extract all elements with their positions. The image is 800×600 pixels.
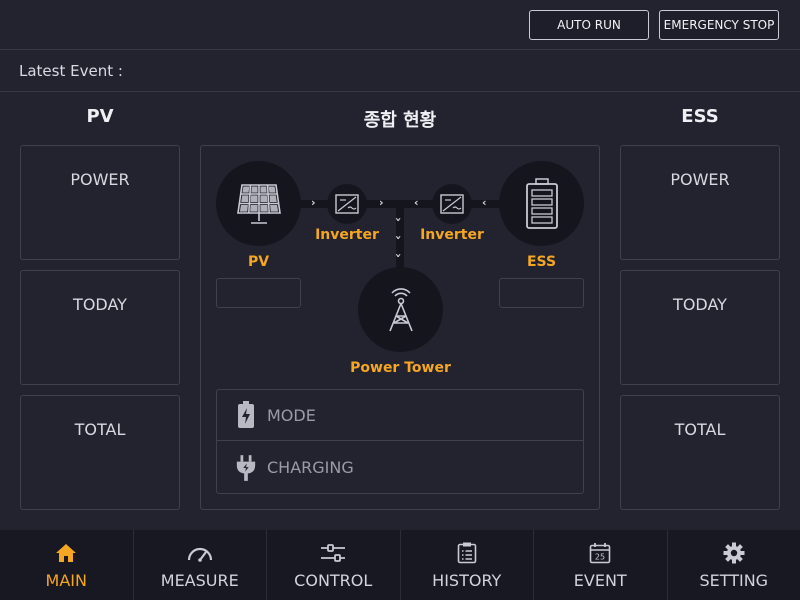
ess-node-label: ESS — [526, 254, 557, 270]
power-tower-node[interactable] — [358, 267, 443, 352]
flow-arrow-icon: ‹ — [414, 196, 419, 209]
top-bar: AUTO RUN EMERGENCY STOP — [0, 0, 800, 50]
inverter-right-node[interactable] — [432, 184, 472, 224]
clipboard-list-icon — [457, 541, 477, 565]
flow-arrow-icon: › — [379, 196, 384, 209]
flow-arrow-icon: › — [391, 235, 405, 240]
nav-setting[interactable]: SETTING — [668, 530, 800, 600]
pv-power-label: POWER — [70, 170, 130, 189]
overview-title: 종합 현황 — [363, 110, 437, 131]
charging-label: CHARGING — [267, 458, 354, 477]
status-box: MODE CHARGING — [216, 389, 584, 494]
charging-row: CHARGING — [217, 442, 583, 493]
latest-event-label: Latest Event : — [19, 61, 123, 80]
power-tower-label: Power Tower — [350, 360, 451, 376]
inverter-right-label: Inverter — [420, 227, 484, 243]
pv-column-title: PV — [86, 106, 114, 127]
inverter-left-node[interactable] — [327, 184, 367, 224]
pv-today-label: TODAY — [73, 295, 127, 314]
nav-event-label: EVENT — [573, 571, 627, 590]
auto-run-button[interactable]: AUTO RUN — [529, 10, 649, 40]
pv-total-label: TOTAL — [74, 420, 126, 439]
emergency-stop-button[interactable]: EMERGENCY STOP — [659, 10, 779, 40]
ess-power-label: POWER — [670, 170, 730, 189]
mode-label: MODE — [267, 405, 316, 425]
nav-measure[interactable]: MEASURE — [134, 530, 267, 600]
battery-charging-icon — [235, 400, 257, 430]
sliders-icon — [320, 541, 346, 565]
flow-arrow-icon: › — [311, 196, 316, 209]
pv-power-card: POWER — [20, 145, 180, 260]
ess-node[interactable] — [499, 161, 584, 246]
nav-control-label: CONTROL — [294, 571, 373, 590]
inverter-icon — [440, 194, 464, 214]
nav-measure-label: MEASURE — [160, 571, 239, 590]
flow-arrow-icon: › — [391, 253, 405, 258]
ess-today-card: TODAY — [620, 270, 780, 385]
pv-today-card: TODAY — [20, 270, 180, 385]
nav-main-label: MAIN — [45, 571, 87, 590]
ess-power-card: POWER — [620, 145, 780, 260]
pv-node[interactable] — [216, 161, 301, 246]
nav-setting-label: SETTING — [699, 571, 769, 590]
nav-history-label: HISTORY — [432, 571, 502, 590]
flow-arrow-icon: ‹ — [482, 196, 487, 209]
nav-main[interactable]: MAIN — [0, 530, 134, 600]
ess-column-title: ESS — [681, 106, 719, 127]
nav-event[interactable]: 25 EVENT — [534, 530, 668, 600]
bottom-nav: MAIN MEASURE CONTROL HISTORY 25 EVENT SE… — [0, 530, 800, 600]
ess-today-label: TODAY — [673, 295, 727, 314]
gear-icon — [723, 541, 745, 565]
ess-total-card: TOTAL — [620, 395, 780, 510]
solar-panel-icon — [236, 183, 281, 224]
calendar-day: 25 — [595, 553, 605, 562]
plug-icon — [235, 453, 257, 483]
inverter-icon — [335, 194, 359, 214]
ess-total-label: TOTAL — [674, 420, 726, 439]
ess-value-box — [499, 278, 584, 308]
pv-total-card: TOTAL — [20, 395, 180, 510]
flow-arrow-icon: › — [391, 217, 405, 222]
mode-row: MODE — [217, 390, 583, 441]
transmission-tower-icon — [388, 287, 413, 331]
latest-event-bar: Latest Event : — [0, 50, 800, 92]
gauge-icon — [187, 541, 213, 565]
pv-node-label: PV — [247, 254, 270, 270]
battery-icon — [525, 177, 558, 229]
inverter-left-label: Inverter — [315, 227, 379, 243]
nav-history[interactable]: HISTORY — [401, 530, 534, 600]
calendar-icon: 25 — [589, 541, 611, 565]
pv-value-box — [216, 278, 301, 308]
nav-control[interactable]: CONTROL — [267, 530, 401, 600]
home-icon — [55, 541, 77, 565]
